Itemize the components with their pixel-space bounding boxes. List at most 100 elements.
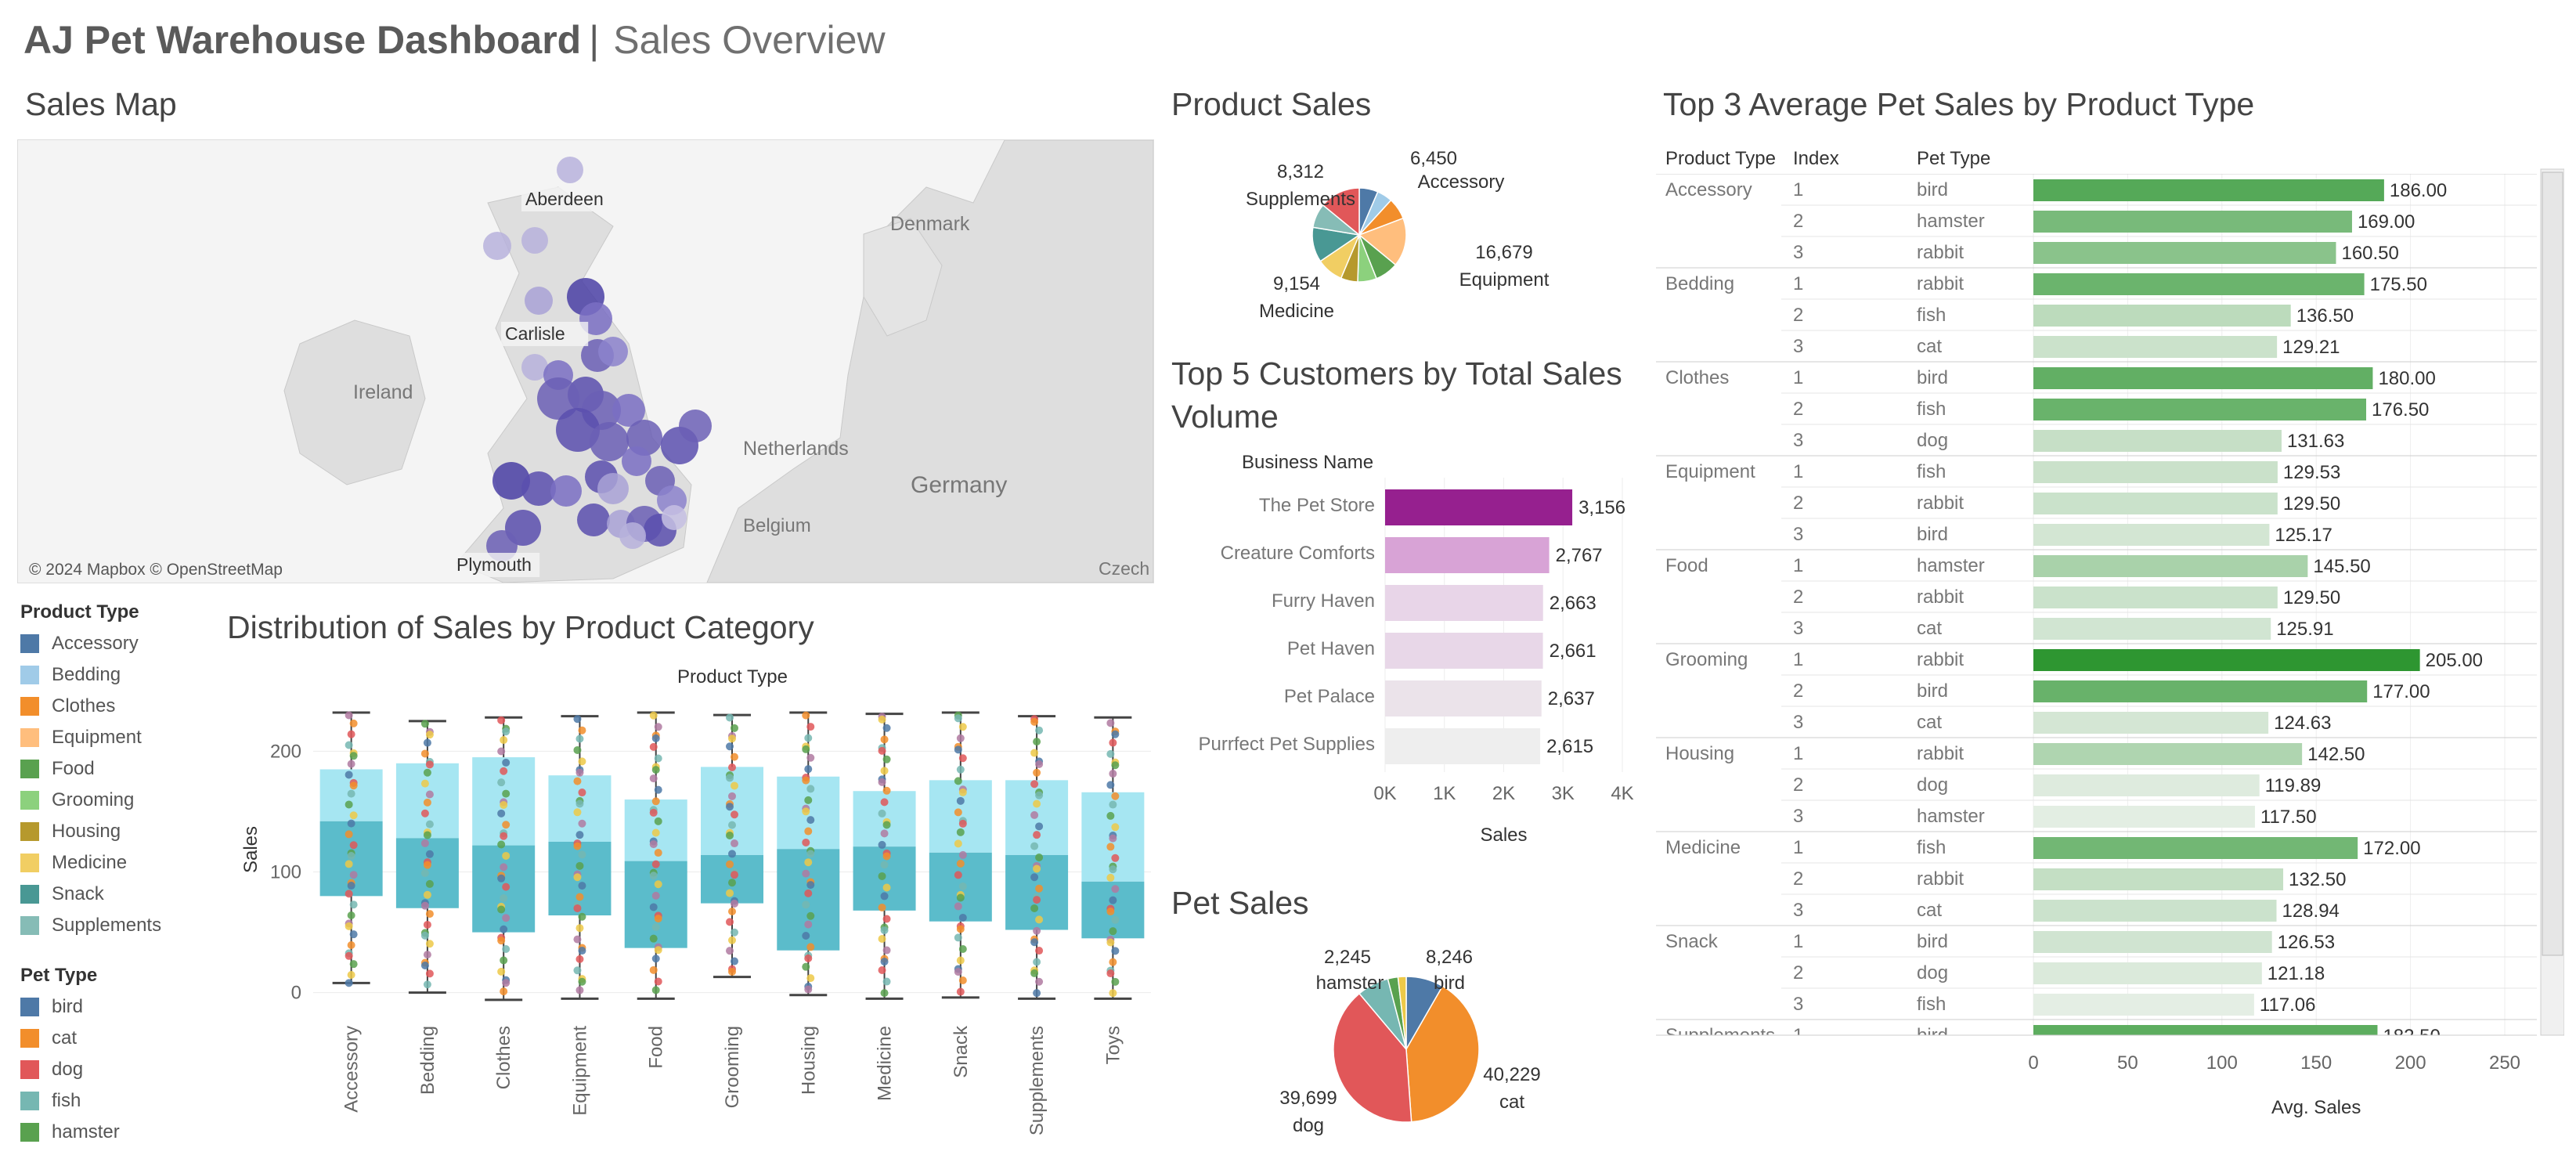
distribution-point[interactable] <box>575 924 584 933</box>
distribution-point[interactable] <box>728 967 736 976</box>
distribution-point[interactable] <box>425 910 434 919</box>
distribution-point[interactable] <box>880 735 889 744</box>
distribution-point[interactable] <box>804 985 813 994</box>
distribution-point[interactable] <box>649 903 658 911</box>
distribution-point[interactable] <box>954 968 962 976</box>
distribution-point[interactable] <box>654 785 662 794</box>
distribution-point[interactable] <box>423 920 431 929</box>
distribution-point[interactable] <box>345 711 353 720</box>
distribution-point[interactable] <box>420 931 429 940</box>
top3-bar[interactable] <box>2033 649 2420 671</box>
distribution-point[interactable] <box>806 974 815 983</box>
distribution-point[interactable] <box>349 901 358 909</box>
distribution-point[interactable] <box>731 928 738 937</box>
distribution-point[interactable] <box>1111 823 1120 832</box>
distribution-point[interactable] <box>651 828 660 837</box>
distribution-point[interactable] <box>497 874 506 882</box>
distribution-point[interactable] <box>423 768 431 777</box>
top3-bar[interactable] <box>2033 524 2270 546</box>
top3-bar[interactable] <box>2033 273 2365 295</box>
distribution-point[interactable] <box>425 879 434 888</box>
distribution-point[interactable] <box>425 731 434 739</box>
distribution-point[interactable] <box>1030 904 1039 912</box>
distribution-point[interactable] <box>1033 831 1041 839</box>
distribution-point[interactable] <box>882 724 891 732</box>
top3-bar[interactable] <box>2033 305 2291 327</box>
distribution-point[interactable] <box>956 987 965 996</box>
distribution-point[interactable] <box>347 819 355 828</box>
distribution-point[interactable] <box>649 711 658 720</box>
distribution-point[interactable] <box>726 803 734 811</box>
distribution-point[interactable] <box>573 904 582 912</box>
distribution-point[interactable] <box>420 961 429 969</box>
distribution-point[interactable] <box>956 734 965 742</box>
distribution-point[interactable] <box>497 840 506 849</box>
distribution-point[interactable] <box>1030 842 1039 850</box>
distribution-point[interactable] <box>958 819 967 828</box>
top3-scrollbar-thumb[interactable] <box>2542 171 2563 956</box>
distribution-point[interactable] <box>1106 719 1115 727</box>
distribution-point[interactable] <box>954 933 962 942</box>
distribution-point[interactable] <box>878 746 886 755</box>
distribution-point[interactable] <box>500 801 508 810</box>
distribution-point[interactable] <box>878 809 886 817</box>
distribution-point[interactable] <box>956 765 965 774</box>
distribution-point[interactable] <box>958 882 967 890</box>
distribution-point[interactable] <box>956 925 965 933</box>
distribution-point[interactable] <box>806 911 815 920</box>
distribution-point[interactable] <box>497 967 506 976</box>
distribution-point[interactable] <box>806 850 815 858</box>
distribution-point[interactable] <box>423 798 431 807</box>
distribution-point[interactable] <box>1106 781 1115 789</box>
distribution-point[interactable] <box>1111 947 1120 955</box>
distribution-point[interactable] <box>497 905 506 914</box>
distribution-point[interactable] <box>728 763 736 772</box>
distribution-point[interactable] <box>726 742 734 751</box>
distribution-point[interactable] <box>728 850 736 858</box>
distribution-point[interactable] <box>726 774 734 782</box>
distribution-point[interactable] <box>726 831 734 839</box>
distribution-point[interactable] <box>1030 749 1039 757</box>
distribution-point[interactable] <box>347 789 355 798</box>
distribution-point[interactable] <box>806 753 815 762</box>
distribution-point[interactable] <box>726 860 734 868</box>
distribution-point[interactable] <box>497 747 506 756</box>
distribution-point[interactable] <box>349 811 358 820</box>
distribution-point[interactable] <box>1030 717 1039 726</box>
legend-product-clothes[interactable]: Clothes <box>20 691 161 722</box>
distribution-point[interactable] <box>804 858 813 867</box>
customer-bar[interactable] <box>1385 585 1543 621</box>
distribution-point[interactable] <box>502 944 511 953</box>
distribution-point[interactable] <box>804 796 813 804</box>
distribution-point[interactable] <box>1033 926 1041 935</box>
distribution-point[interactable] <box>882 821 891 829</box>
legend-product-housing[interactable]: Housing <box>20 816 161 847</box>
top3-bar[interactable] <box>2033 837 2358 859</box>
distribution-point[interactable] <box>958 944 967 953</box>
distribution-point[interactable] <box>1111 854 1120 862</box>
distribution-point[interactable] <box>578 850 586 859</box>
distribution-point[interactable] <box>347 730 355 738</box>
distribution-point[interactable] <box>728 936 736 944</box>
distribution-point[interactable] <box>575 861 584 870</box>
distribution-point[interactable] <box>1106 873 1115 882</box>
distribution-point[interactable] <box>578 726 586 734</box>
distribution-point[interactable] <box>497 778 506 787</box>
distribution-point[interactable] <box>497 937 506 945</box>
customer-bar[interactable] <box>1385 680 1542 716</box>
distribution-point[interactable] <box>423 951 431 959</box>
distribution-point[interactable] <box>502 979 511 987</box>
distribution-point[interactable] <box>1106 811 1115 820</box>
distribution-point[interactable] <box>1035 822 1044 831</box>
distribution-point[interactable] <box>958 913 967 922</box>
map-sales-dot[interactable] <box>598 337 628 366</box>
distribution-point[interactable] <box>651 797 660 806</box>
distribution-point[interactable] <box>728 821 736 829</box>
distribution-point[interactable] <box>349 960 358 969</box>
distribution-point[interactable] <box>578 757 586 766</box>
distribution-point[interactable] <box>954 871 962 879</box>
distribution-point[interactable] <box>497 809 506 817</box>
distribution-point[interactable] <box>423 738 431 747</box>
top3-bar[interactable] <box>2033 461 2278 483</box>
distribution-point[interactable] <box>880 892 889 901</box>
